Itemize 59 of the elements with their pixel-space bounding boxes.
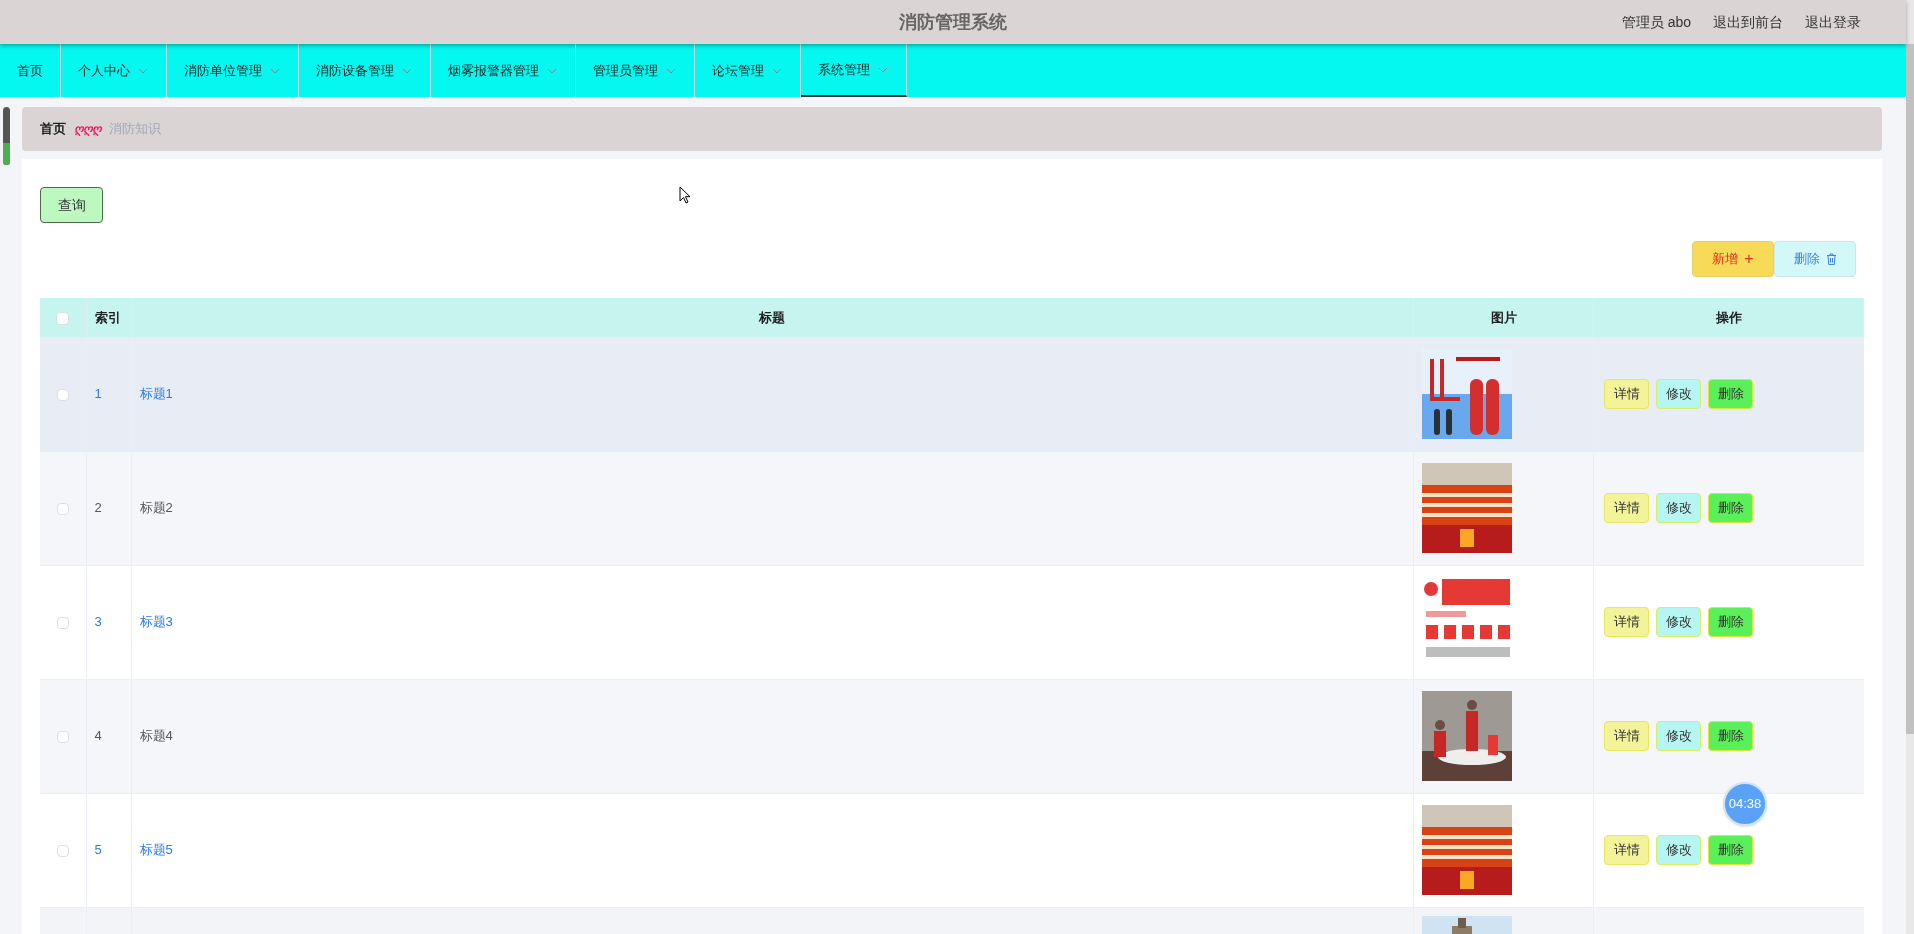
- nav-tab[interactable]: 烟雾报警器管理: [431, 44, 576, 97]
- breadcrumb-current: 消防知识: [109, 120, 161, 139]
- row-checkbox[interactable]: [56, 844, 69, 857]
- row-action-button[interactable]: 详情: [1604, 607, 1649, 637]
- chevron-down-icon: [666, 67, 676, 74]
- chevron-down-icon: [772, 67, 782, 74]
- chevron-down-icon: [878, 66, 888, 73]
- row-action-button[interactable]: 详情: [1604, 378, 1649, 409]
- title-cell[interactable]: 标题1: [139, 386, 173, 401]
- nav-tab[interactable]: 首页: [0, 44, 61, 97]
- row-action-button[interactable]: 删除: [1708, 835, 1753, 865]
- row-action-button[interactable]: 删除: [1708, 378, 1753, 409]
- row-action-button[interactable]: 修改: [1656, 835, 1701, 865]
- nav-tab[interactable]: 消防设备管理: [299, 44, 431, 97]
- delete-button[interactable]: 删除: [1774, 241, 1856, 277]
- plus-icon: +: [1744, 251, 1754, 267]
- search-button[interactable]: 查询: [40, 187, 103, 223]
- nav-tab[interactable]: 消防单位管理: [167, 44, 299, 97]
- row-action-button[interactable]: 详情: [1604, 835, 1649, 865]
- side-scroll-handle: [3, 107, 10, 165]
- row-action-button[interactable]: 删除: [1708, 493, 1753, 523]
- chevron-down-icon: [547, 67, 557, 74]
- row-action-button[interactable]: 修改: [1656, 378, 1701, 409]
- title-cell[interactable]: 标题3: [139, 614, 173, 630]
- title-cell: 标题4: [139, 728, 173, 744]
- index-cell: 5: [94, 842, 102, 858]
- nav-tab[interactable]: 论坛管理: [695, 44, 801, 97]
- nav-tab[interactable]: 个人中心: [61, 44, 167, 97]
- row-checkbox[interactable]: [56, 388, 69, 401]
- header-link[interactable]: 退出到前台: [1713, 11, 1783, 33]
- row-action-button[interactable]: 详情: [1604, 493, 1649, 523]
- cursor-icon: [679, 186, 691, 204]
- chevron-down-icon: [138, 67, 148, 74]
- title-cell: 标题2: [139, 500, 173, 516]
- chevron-down-icon: [402, 67, 412, 74]
- row-action-button[interactable]: 修改: [1656, 493, 1701, 523]
- chevron-down-icon: [270, 67, 280, 74]
- row-action-button[interactable]: 修改: [1656, 721, 1701, 751]
- index-cell: 1: [94, 386, 102, 401]
- row-checkbox[interactable]: [56, 616, 69, 629]
- nav-tab[interactable]: 管理员管理: [576, 44, 695, 97]
- index-cell: 3: [94, 614, 102, 630]
- index-cell: 4: [94, 728, 102, 744]
- row-action-button[interactable]: 修改: [1656, 607, 1701, 637]
- nav-tab[interactable]: 系统管理: [801, 44, 907, 97]
- index-cell: 2: [94, 500, 102, 516]
- breadcrumb-separator: ღღღ: [74, 121, 101, 138]
- breadcrumb-home[interactable]: 首页: [40, 119, 66, 139]
- row-action-button[interactable]: 删除: [1708, 607, 1753, 637]
- app-title: 消防管理系统: [899, 10, 1007, 34]
- title-cell[interactable]: 标题5: [139, 842, 173, 858]
- row-action-button[interactable]: 详情: [1604, 721, 1649, 751]
- row-action-button[interactable]: 删除: [1708, 721, 1753, 751]
- user-name: 管理员 abo: [1621, 12, 1691, 32]
- header-link[interactable]: 退出登录: [1805, 11, 1861, 33]
- trash-icon: [1825, 253, 1837, 265]
- select-all-checkbox[interactable]: [56, 311, 70, 325]
- row-checkbox[interactable]: [56, 730, 69, 743]
- row-checkbox[interactable]: [56, 502, 69, 515]
